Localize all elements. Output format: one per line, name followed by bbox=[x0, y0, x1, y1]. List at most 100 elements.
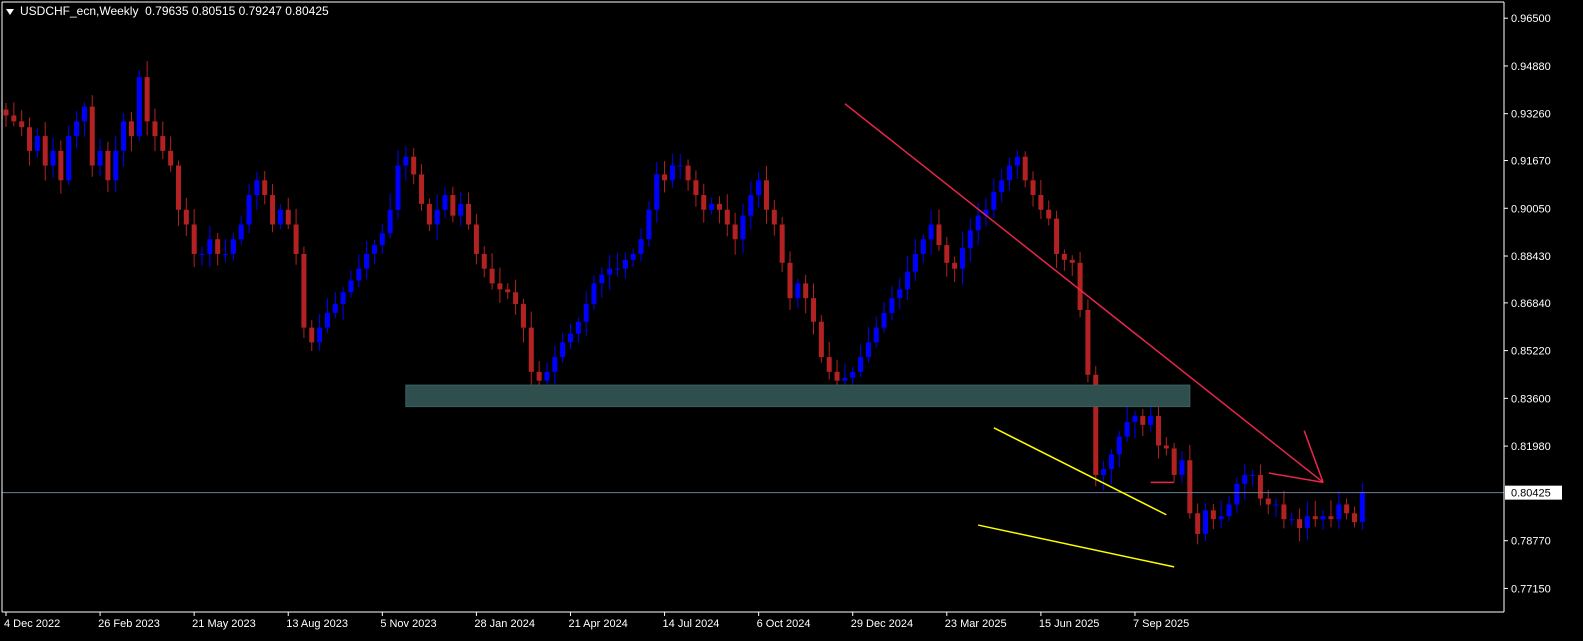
candle-body bbox=[466, 203, 472, 225]
date-tick-label: 28 Jan 2024 bbox=[474, 618, 535, 630]
axes-layer: 0.96500 0.94880 0.93260 0.91670 0.90050 0.884… bbox=[1, 1, 1562, 630]
candle-body bbox=[771, 209, 777, 225]
candle-body bbox=[873, 327, 879, 343]
candle-body bbox=[858, 357, 864, 372]
candle-body bbox=[1140, 416, 1146, 425]
candle-body bbox=[662, 174, 668, 181]
candle-body bbox=[1101, 469, 1107, 475]
candle-body bbox=[1187, 460, 1193, 514]
candle-body bbox=[1250, 474, 1256, 476]
price-tick-label: 0.78770 bbox=[1511, 536, 1551, 548]
candle-body bbox=[497, 283, 503, 290]
candle-body bbox=[144, 77, 150, 122]
candle-body bbox=[685, 165, 691, 181]
candle-body bbox=[952, 262, 958, 269]
candle-body bbox=[348, 280, 354, 293]
candle-body bbox=[1273, 504, 1279, 506]
candle-body bbox=[622, 259, 628, 269]
candle-body bbox=[215, 239, 221, 254]
candle-body bbox=[638, 239, 644, 254]
candle-body bbox=[1359, 492, 1365, 523]
candle-body bbox=[175, 165, 181, 210]
candle-body bbox=[50, 150, 56, 166]
candle-body bbox=[301, 253, 307, 328]
candle-body bbox=[113, 150, 119, 181]
support-resistance-zone bbox=[405, 384, 1191, 408]
candle-body bbox=[1242, 474, 1248, 484]
candle-body bbox=[520, 304, 526, 328]
candle-body bbox=[1265, 498, 1271, 505]
candle-body bbox=[787, 262, 793, 299]
wedge-upper-line bbox=[993, 427, 1167, 516]
candle-body bbox=[317, 327, 323, 343]
candle-body bbox=[748, 195, 754, 216]
candle-body bbox=[567, 333, 573, 343]
candles-layer bbox=[3, 61, 1365, 545]
candle-body bbox=[3, 109, 9, 116]
price-tick-label: 0.85220 bbox=[1511, 346, 1551, 358]
candle-body bbox=[473, 224, 479, 254]
candle-body bbox=[1281, 504, 1287, 520]
price-tick-label: 0.88430 bbox=[1511, 251, 1551, 263]
candle-body bbox=[1085, 309, 1091, 375]
candle-body bbox=[1257, 474, 1263, 499]
candle-body bbox=[575, 321, 581, 334]
collapse-triangle-icon[interactable] bbox=[6, 8, 14, 15]
price-tick-label: 0.91670 bbox=[1511, 156, 1551, 168]
candle-body bbox=[230, 239, 236, 254]
candle-body bbox=[1108, 454, 1114, 470]
candle-body bbox=[1014, 156, 1020, 166]
candle-body bbox=[426, 203, 432, 225]
date-tick-label: 5 Nov 2023 bbox=[380, 618, 436, 630]
price-tick-label: 0.81980 bbox=[1511, 441, 1551, 453]
candle-body bbox=[999, 180, 1005, 193]
price-tick-label: 0.86840 bbox=[1511, 298, 1551, 310]
candle-body bbox=[732, 224, 738, 240]
candle-body bbox=[1007, 165, 1013, 181]
candle-body bbox=[944, 245, 950, 263]
date-tick-label: 21 May 2023 bbox=[192, 618, 256, 630]
candle-body bbox=[552, 357, 558, 372]
candle-body bbox=[599, 274, 605, 284]
candle-body bbox=[254, 180, 260, 196]
price-chart[interactable]: 0.96500 0.94880 0.93260 0.91670 0.90050 0.884… bbox=[0, 0, 1583, 641]
candle-body bbox=[42, 136, 48, 166]
overlays-layer bbox=[2, 103, 1504, 568]
candle-body bbox=[324, 312, 330, 328]
candle-body bbox=[152, 121, 158, 137]
candle-body bbox=[1297, 519, 1303, 529]
candle-body bbox=[489, 268, 495, 284]
candle-body bbox=[1132, 416, 1138, 422]
candle-body bbox=[1155, 416, 1161, 446]
candle-body bbox=[419, 174, 425, 204]
candle-body bbox=[136, 77, 142, 137]
candle-body bbox=[183, 209, 189, 225]
candle-body bbox=[1234, 483, 1240, 505]
candle-body bbox=[191, 224, 197, 254]
date-tick-label: 13 Aug 2023 bbox=[286, 618, 348, 630]
candle-body bbox=[19, 121, 25, 128]
candle-body bbox=[654, 174, 660, 210]
candle-body bbox=[818, 321, 824, 358]
candle-body bbox=[223, 253, 229, 255]
candle-body bbox=[834, 371, 840, 381]
candle-body bbox=[583, 304, 589, 322]
candle-body bbox=[1218, 516, 1224, 520]
candle-body bbox=[1289, 519, 1295, 521]
price-tick-label: 0.77150 bbox=[1511, 583, 1551, 595]
candle-body bbox=[528, 327, 534, 372]
candle-body bbox=[1038, 195, 1044, 210]
candle-body bbox=[1179, 460, 1185, 475]
candle-body bbox=[207, 239, 213, 254]
candle-body bbox=[168, 150, 174, 166]
candle-body bbox=[403, 156, 409, 166]
date-tick-label: 23 Mar 2025 bbox=[945, 618, 1007, 630]
candle-body bbox=[1304, 516, 1310, 529]
price-tick-label: 0.83600 bbox=[1511, 393, 1551, 405]
candle-body bbox=[34, 136, 40, 151]
candle-body bbox=[458, 203, 464, 216]
chart-title: USDCHF_ecn,Weekly 0.79635 0.80515 0.7924… bbox=[6, 4, 329, 18]
candle-body bbox=[724, 209, 730, 225]
candle-body bbox=[121, 121, 127, 151]
candle-body bbox=[395, 165, 401, 210]
